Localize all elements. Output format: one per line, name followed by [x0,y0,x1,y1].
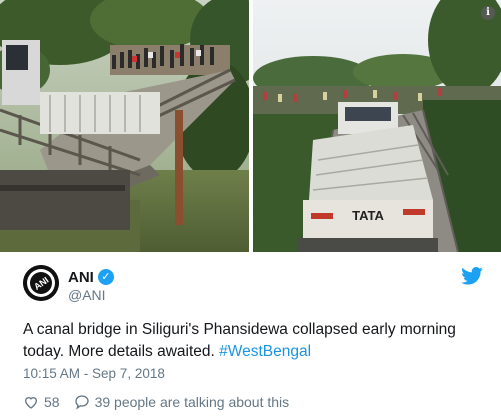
photo-bridge-collapse[interactable] [0,0,249,252]
truck-brand-text: TATA [352,208,384,223]
hashtag-link[interactable]: #WestBengal [219,343,311,360]
like-button[interactable]: 58 [23,394,60,410]
author-name[interactable]: ANI [68,269,94,286]
bridge-collapse-image [0,0,249,252]
comment-bubble-icon [74,395,89,410]
heart-icon [24,397,38,409]
twitter-bird-icon[interactable] [461,267,483,285]
ani-logo-icon: ANI [23,265,59,301]
talking-count-text: 39 people are talking about this [94,394,290,410]
photo-truck-on-bridge[interactable]: TATA i [253,0,501,252]
tweet-text: A canal bridge in Siliguri's Phansidewa … [23,319,483,363]
avatar[interactable]: ANI [23,265,59,301]
talking-link[interactable]: 39 people are talking about this [74,394,290,410]
tweet-header: ANI ANI ✓ @ANI [23,265,483,309]
tweet-card: TATA i ANI ANI ✓ @ANI A canal bridge in … [0,0,501,416]
info-icon[interactable]: i [481,6,495,20]
like-count: 58 [44,394,60,410]
tweet-media[interactable]: TATA i [0,0,501,252]
truck-on-bridge-image: TATA [253,0,501,252]
tweet-timestamp[interactable]: 10:15 AM - Sep 7, 2018 [23,366,165,381]
tweet-actions: 58 39 people are talking about this [23,392,289,412]
author-name-row[interactable]: ANI ✓ [68,268,114,286]
verified-badge-icon: ✓ [97,269,114,285]
author-handle[interactable]: @ANI [68,287,106,303]
